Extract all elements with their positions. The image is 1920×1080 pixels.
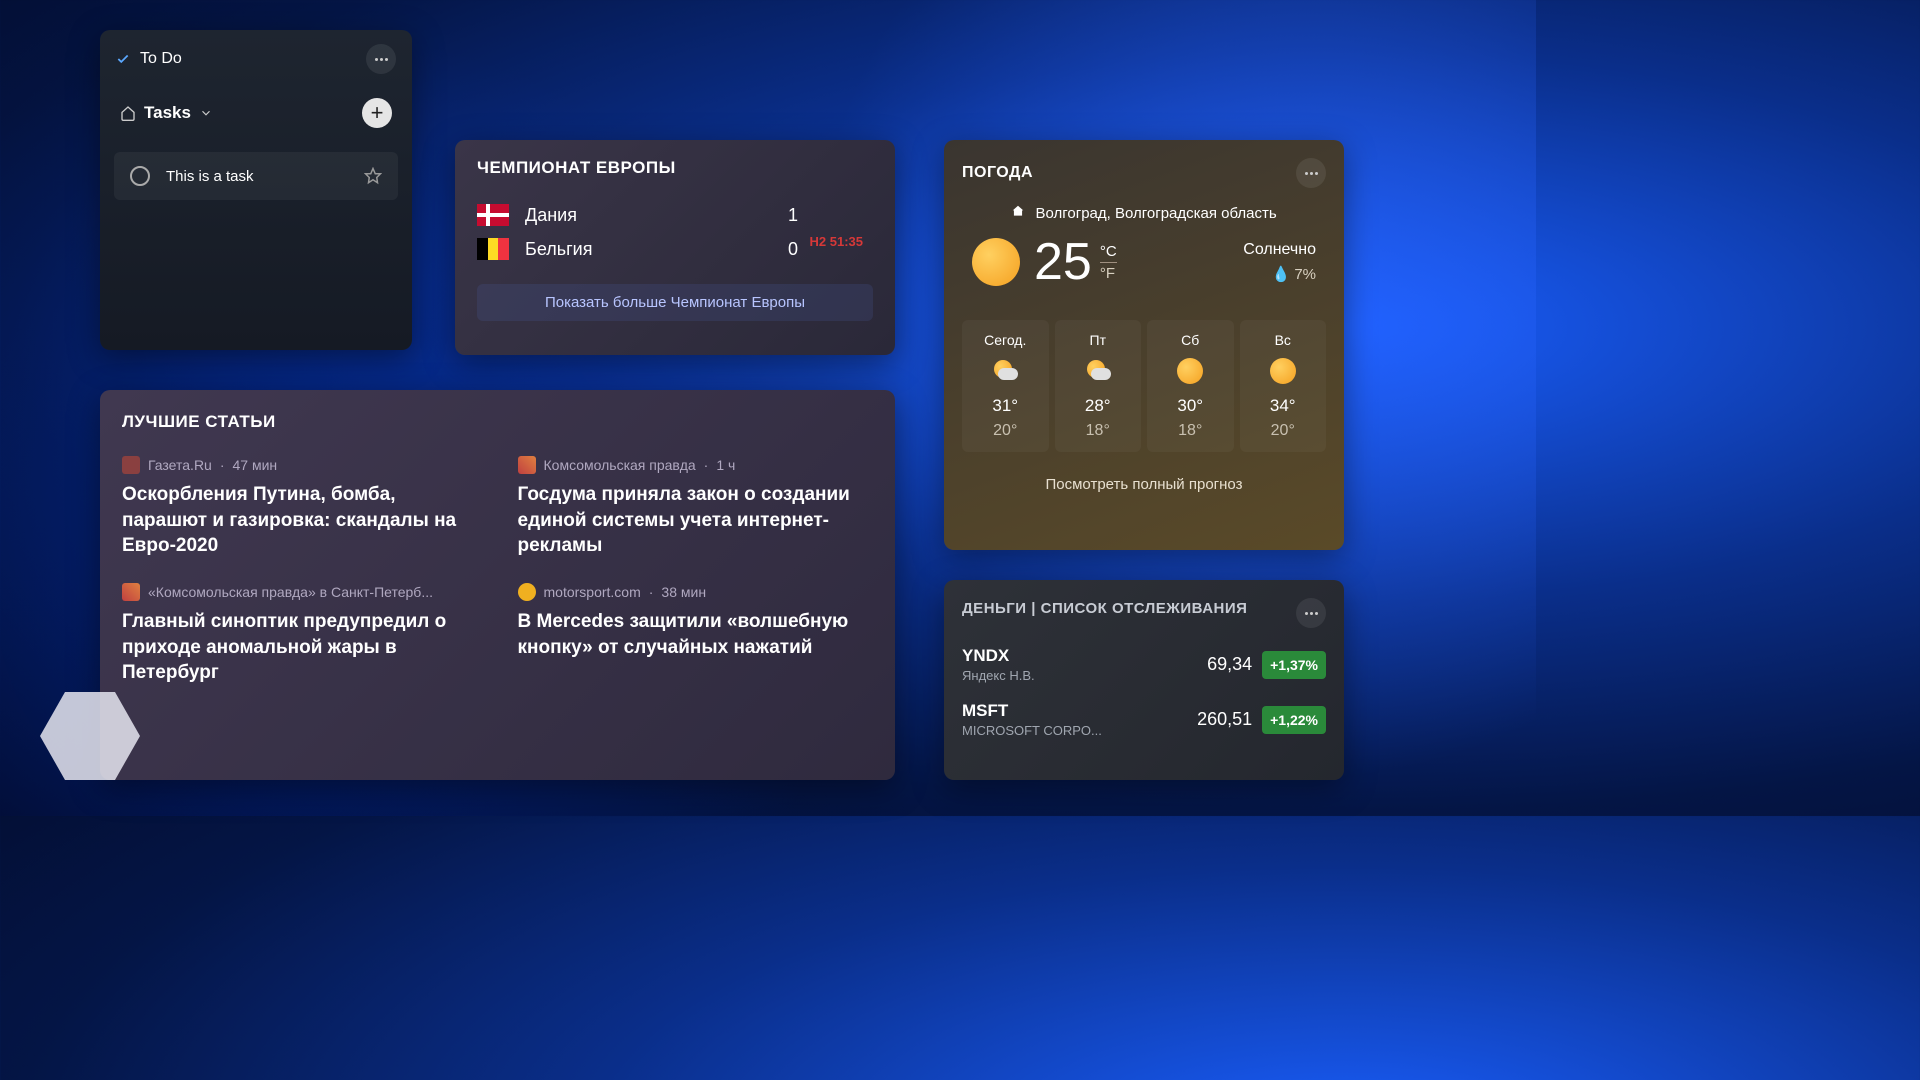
source-icon — [518, 456, 536, 474]
weather-humidity: 💧 7% — [1243, 265, 1316, 283]
news-time: 47 мин — [233, 457, 278, 473]
full-forecast-link[interactable]: Посмотреть полный прогноз — [962, 476, 1326, 493]
team-score: 1 — [773, 205, 813, 226]
partly-cloudy-icon — [1085, 358, 1111, 384]
news-item[interactable]: «Комсомольская правда» в Санкт-Петерб...… — [122, 583, 478, 686]
weather-current: 25 °C °F Солнечно 💧 7% — [962, 232, 1326, 292]
source-icon — [122, 583, 140, 601]
todo-section-selector[interactable]: Tasks + — [100, 88, 412, 138]
forecast-day-label: Сегод. — [966, 332, 1045, 348]
team-score: 0 — [773, 239, 813, 260]
source-icon — [122, 456, 140, 474]
weather-location[interactable]: Волгоград, Волгоградская область — [962, 204, 1326, 222]
home-icon — [1011, 204, 1025, 218]
stock-row[interactable]: YNDX Яндекс Н.В.69,34 +1,37% — [962, 646, 1326, 683]
stock-symbol: YNDX — [962, 646, 1207, 666]
team-name: Дания — [525, 205, 773, 226]
sun-icon — [1270, 358, 1296, 384]
forecast-low: 20° — [966, 422, 1045, 440]
forecast-day[interactable]: Сб 30° 18° — [1147, 320, 1234, 452]
news-source: Комсомольская правда — [544, 457, 696, 473]
stock-delta: +1,37% — [1262, 651, 1326, 679]
todo-widget: To Do Tasks + This is a task — [100, 30, 412, 350]
sports-widget: ЧЕМПИОНАТ ЕВРОПЫ Дания 1 H2 51:35 Бельги… — [455, 140, 895, 355]
forecast-day[interactable]: Пт 28° 18° — [1055, 320, 1142, 452]
forecast-day-label: Вс — [1244, 332, 1323, 348]
forecast-day-label: Пт — [1059, 332, 1138, 348]
current-temp: 25 — [1034, 232, 1092, 292]
forecast-high: 31° — [966, 396, 1045, 416]
news-item[interactable]: Комсомольская правда· 1 ч Госдума принял… — [518, 456, 874, 559]
money-title: ДЕНЬГИ | СПИСОК ОТСЛЕЖИВАНИЯ — [962, 598, 1247, 619]
money-more-button[interactable] — [1296, 598, 1326, 628]
news-widget: ЛУЧШИЕ СТАТЬИ Газета.Ru· 47 мин Оскорбле… — [100, 390, 895, 780]
money-widget: ДЕНЬГИ | СПИСОК ОТСЛЕЖИВАНИЯ YNDX Яндекс … — [944, 580, 1344, 780]
forecast-day[interactable]: Вс 34° 20° — [1240, 320, 1327, 452]
forecast-high: 28° — [1059, 396, 1138, 416]
check-icon — [116, 52, 130, 66]
partly-cloudy-icon — [992, 358, 1018, 384]
news-time: 1 ч — [716, 457, 735, 473]
forecast-high: 30° — [1151, 396, 1230, 416]
news-item[interactable]: Газета.Ru· 47 мин Оскорбления Путина, бо… — [122, 456, 478, 559]
task-row[interactable]: This is a task — [114, 152, 398, 200]
flag-denmark-icon — [477, 204, 509, 226]
todo-section-label: Tasks — [144, 103, 191, 123]
forecast-low: 18° — [1059, 422, 1138, 440]
forecast-day-label: Сб — [1151, 332, 1230, 348]
news-time: 38 мин — [661, 584, 706, 600]
todo-header: To Do — [100, 30, 412, 88]
stock-name: Яндекс Н.В. — [962, 668, 1207, 683]
chevron-down-icon — [199, 106, 213, 120]
forecast-high: 34° — [1244, 396, 1323, 416]
weather-widget: ПОГОДА Волгоград, Волгоградская область … — [944, 140, 1344, 550]
stock-symbol: MSFT — [962, 701, 1197, 721]
stock-delta: +1,22% — [1262, 706, 1326, 734]
temp-unit-toggle[interactable]: °C °F — [1100, 243, 1117, 282]
task-complete-checkbox[interactable] — [130, 166, 150, 186]
task-text: This is a task — [166, 168, 348, 185]
news-source: «Комсомольская правда» в Санкт-Петерб... — [148, 584, 433, 600]
source-icon — [518, 583, 536, 601]
news-source: motorsport.com — [544, 584, 641, 600]
forecast-row: Сегод. 31° 20° Пт 28° 18° Сб 30° 18° Вс 34° 20° — [962, 320, 1326, 452]
match-row-1[interactable]: Дания 1 — [477, 198, 873, 232]
news-source: Газета.Ru — [148, 457, 212, 473]
sun-icon — [1177, 358, 1203, 384]
flag-belgium-icon — [477, 238, 509, 260]
weather-title: ПОГОДА — [962, 164, 1296, 182]
todo-more-button[interactable] — [366, 44, 396, 74]
todo-title: To Do — [140, 50, 356, 68]
add-task-button[interactable]: + — [362, 98, 392, 128]
weather-condition: Солнечно — [1243, 241, 1316, 259]
news-headline: Госдума приняла закон о создании единой … — [518, 482, 874, 559]
news-headline: Главный синоптик предупредил о приходе а… — [122, 609, 478, 686]
stock-price: 69,34 — [1207, 654, 1252, 675]
sports-more-link[interactable]: Показать больше Чемпионат Европы — [477, 284, 873, 321]
forecast-day[interactable]: Сегод. 31° 20° — [962, 320, 1049, 452]
forecast-low: 18° — [1151, 422, 1230, 440]
sun-icon — [972, 238, 1020, 286]
home-icon — [120, 105, 136, 121]
team-name: Бельгия — [525, 239, 773, 260]
news-item[interactable]: motorsport.com· 38 мин В Mercedes защити… — [518, 583, 874, 686]
star-icon[interactable] — [364, 167, 382, 185]
news-headline: В Mercedes защитили «волшебную кнопку» о… — [518, 609, 874, 660]
stock-name: MICROSOFT CORPO... — [962, 723, 1197, 738]
news-headline: Оскорбления Путина, бомба, парашют и газ… — [122, 482, 478, 559]
weather-more-button[interactable] — [1296, 158, 1326, 188]
sports-title: ЧЕМПИОНАТ ЕВРОПЫ — [477, 158, 873, 178]
forecast-low: 20° — [1244, 422, 1323, 440]
news-title: ЛУЧШИЕ СТАТЬИ — [122, 412, 873, 432]
stock-row[interactable]: MSFT MICROSOFT CORPO...260,51 +1,22% — [962, 701, 1326, 738]
stock-price: 260,51 — [1197, 709, 1252, 730]
match-row-2[interactable]: Бельгия 0 — [477, 232, 873, 266]
